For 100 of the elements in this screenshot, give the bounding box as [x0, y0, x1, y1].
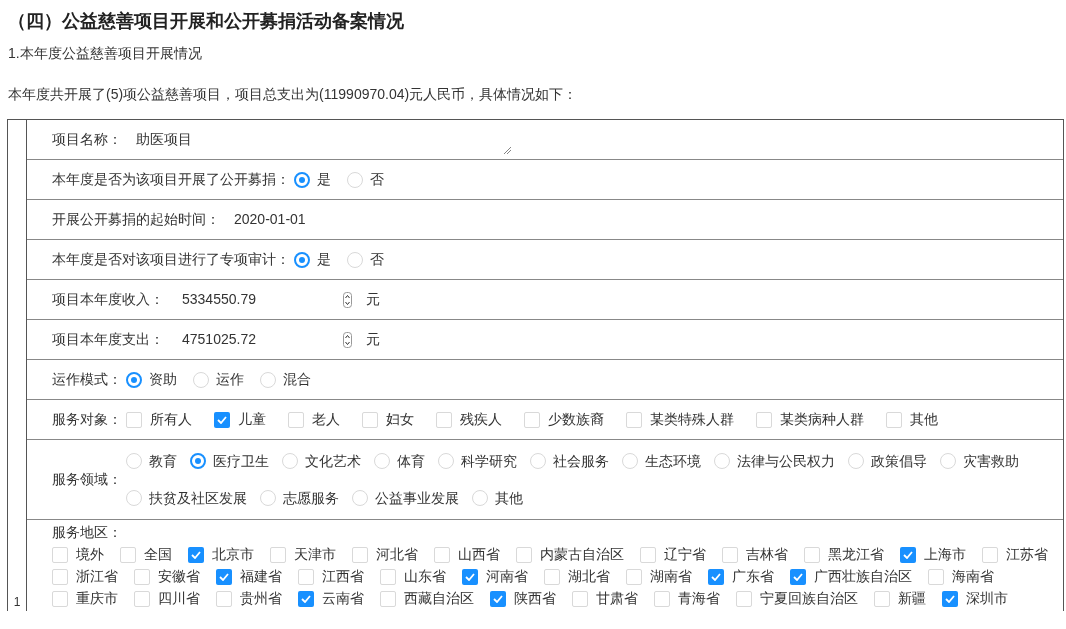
option-label: 浙江省 [76, 567, 118, 586]
checkbox[interactable] [436, 411, 452, 428]
field-label: 本年度是否对该项目进行了专项审计： [52, 250, 290, 269]
checkbox[interactable] [120, 546, 136, 563]
option-label: 新疆 [898, 589, 926, 608]
option-label: 西藏自治区 [404, 589, 474, 608]
checkbox[interactable] [982, 546, 998, 563]
checkbox[interactable] [362, 411, 378, 428]
spinner-icon [343, 331, 352, 348]
option-label: 运作 [216, 370, 244, 389]
checkbox[interactable] [462, 568, 478, 585]
checkbox[interactable] [52, 590, 68, 607]
radio-button[interactable] [126, 371, 142, 388]
option-label: 内蒙古自治区 [540, 545, 624, 564]
checkbox[interactable] [790, 568, 806, 585]
checkbox[interactable] [434, 546, 450, 563]
checkbox[interactable] [572, 590, 588, 607]
number-field[interactable]: 5334550.79 [164, 285, 354, 314]
option-label: 生态环境 [645, 451, 701, 471]
checkbox[interactable] [626, 411, 642, 428]
checkbox[interactable] [756, 411, 772, 428]
checkbox[interactable] [380, 568, 396, 585]
checkbox[interactable] [544, 568, 560, 585]
text-area[interactable]: 助医项目 [122, 123, 513, 156]
check-icon [217, 415, 227, 424]
checkbox[interactable] [134, 568, 150, 585]
checkbox[interactable] [516, 546, 532, 563]
checkbox[interactable] [736, 590, 752, 607]
radio-button[interactable] [294, 171, 310, 188]
option-label: 甘肃省 [596, 589, 638, 608]
option-label: 深圳市 [966, 589, 1008, 608]
radio-button[interactable] [190, 453, 206, 469]
option-label: 天津市 [294, 545, 336, 564]
field-label: 服务领域： [52, 470, 122, 489]
checkbox[interactable] [52, 546, 68, 563]
option-label: 志愿服务 [283, 488, 339, 508]
option-label: 是 [317, 170, 331, 189]
checkbox[interactable] [708, 568, 724, 585]
checkbox[interactable] [874, 590, 890, 607]
checkbox[interactable] [188, 546, 204, 563]
option-label: 全国 [144, 545, 172, 564]
resize-grip-icon [504, 146, 511, 154]
checkbox[interactable] [298, 590, 314, 607]
checkbox[interactable] [654, 590, 670, 607]
option-label: 上海市 [924, 545, 966, 564]
option-label: 法律与公民权力 [737, 451, 835, 471]
checkbox[interactable] [490, 590, 506, 607]
checkbox[interactable] [134, 590, 150, 607]
option-label: 安徽省 [158, 567, 200, 586]
checkbox[interactable] [900, 546, 916, 563]
checkbox[interactable] [352, 546, 368, 563]
checkbox[interactable] [722, 546, 738, 563]
option-label: 山西省 [458, 545, 500, 564]
option-label: 公益事业发展 [375, 488, 459, 508]
check-icon [945, 594, 955, 603]
option-label: 所有人 [150, 410, 192, 429]
check-icon [903, 550, 913, 559]
checkbox[interactable] [270, 546, 286, 563]
checkbox[interactable] [524, 411, 540, 428]
radio-button[interactable] [294, 251, 310, 268]
option-label: 灾害救助 [963, 451, 1019, 471]
option-label: 医疗卫生 [213, 451, 269, 471]
option-label: 河南省 [486, 567, 528, 586]
checkbox[interactable] [214, 411, 230, 428]
checkbox[interactable] [126, 411, 142, 428]
option-label: 境外 [76, 545, 104, 564]
checkbox[interactable] [942, 590, 958, 607]
subsection-title: 1.本年度公益慈善项目开展情况 [7, 44, 203, 63]
checkbox[interactable] [288, 411, 304, 428]
number-field[interactable]: 4751025.72 [164, 325, 354, 354]
date-field[interactable]: 2020-01-01 [220, 209, 306, 230]
checkbox[interactable] [216, 568, 232, 585]
checkbox[interactable] [216, 590, 232, 607]
checkbox[interactable] [626, 568, 642, 585]
checkbox[interactable] [640, 546, 656, 563]
option-label: 体育 [397, 451, 425, 471]
checkbox[interactable] [298, 568, 314, 585]
option-label: 福建省 [240, 567, 282, 586]
option-label: 少数族裔 [548, 410, 604, 429]
check-icon [493, 594, 503, 603]
check-icon [191, 550, 201, 559]
option-label: 某类特殊人群 [650, 410, 734, 429]
option-label: 文化艺术 [305, 451, 361, 471]
option-label: 老人 [312, 410, 340, 429]
option-label: 青海省 [678, 589, 720, 608]
field-label: 服务对象： [52, 410, 122, 429]
checkbox[interactable] [804, 546, 820, 563]
option-label: 湖南省 [650, 567, 692, 586]
checkbox[interactable] [886, 411, 902, 428]
row-number: 1 [13, 594, 21, 611]
check-icon [301, 594, 311, 603]
check-icon [793, 572, 803, 581]
checkbox[interactable] [928, 568, 944, 585]
checkbox[interactable] [380, 590, 396, 607]
checkbox[interactable] [52, 568, 68, 585]
option-label: 其他 [910, 410, 938, 429]
option-label: 江西省 [322, 567, 364, 586]
option-label: 宁夏回族自治区 [760, 589, 858, 608]
option-label: 山东省 [404, 567, 446, 586]
option-label: 广东省 [732, 567, 774, 586]
